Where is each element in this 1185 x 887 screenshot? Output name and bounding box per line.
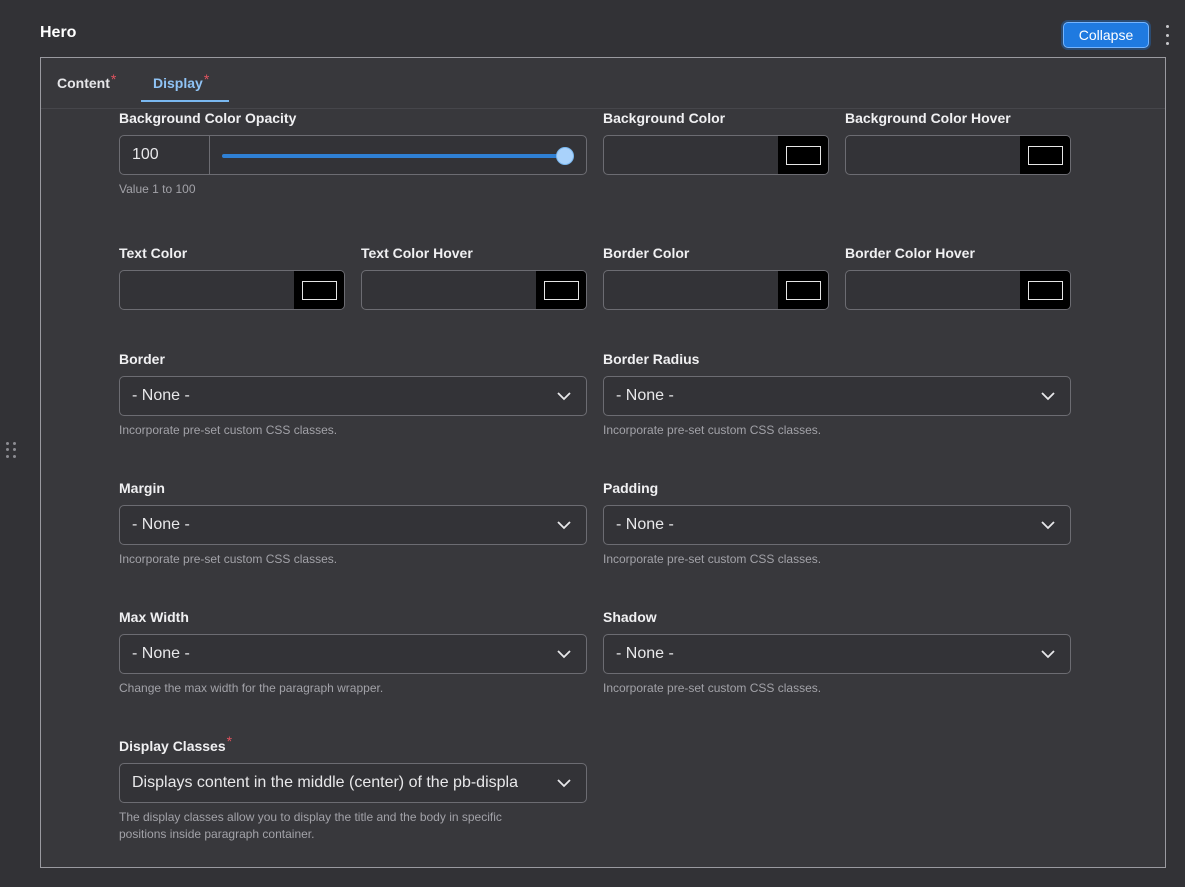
shadow-select-value: - None - xyxy=(616,645,674,662)
bg-opacity-input[interactable]: 100 xyxy=(120,136,210,174)
chevron-down-icon xyxy=(557,392,571,401)
shadow-help: Incorporate pre-set custom CSS classes. xyxy=(603,681,822,695)
tab-display-label: Display xyxy=(153,75,203,91)
margin-select-value: - None - xyxy=(132,516,190,533)
chevron-down-icon xyxy=(1041,521,1055,530)
display-classes-label: Display Classes* xyxy=(119,733,232,754)
padding-label: Padding xyxy=(603,480,659,496)
text-color-picker[interactable] xyxy=(294,271,344,309)
color-swatch xyxy=(1027,145,1063,165)
chevron-down-icon xyxy=(1041,392,1055,401)
border-color-field[interactable] xyxy=(603,270,829,310)
bg-color-picker[interactable] xyxy=(778,136,828,174)
display-classes-select[interactable]: Displays content in the middle (center) … xyxy=(119,763,587,803)
color-swatch xyxy=(301,280,337,300)
bg-color-hover-picker[interactable] xyxy=(1020,136,1070,174)
max-width-select-value: - None - xyxy=(132,645,190,662)
bg-color-field[interactable] xyxy=(603,135,829,175)
margin-select[interactable]: - None - xyxy=(119,505,587,545)
display-classes-help-line1: The display classes allow you to display… xyxy=(119,810,502,824)
display-classes-help-line2: positions inside paragraph container. xyxy=(119,827,315,841)
chevron-down-icon xyxy=(1041,650,1055,659)
border-color-hover-label: Border Color Hover xyxy=(845,245,975,261)
display-classes-select-value: Displays content in the middle (center) … xyxy=(132,774,518,791)
block-title: Hero xyxy=(40,24,77,41)
text-color-hover-field[interactable] xyxy=(361,270,587,310)
display-classes-label-text: Display Classes xyxy=(119,738,226,754)
bg-opacity-control: 100 xyxy=(119,135,587,175)
tab-content-label: Content xyxy=(57,75,110,91)
border-select-value: - None - xyxy=(132,387,190,404)
text-color-label: Text Color xyxy=(119,245,188,261)
max-width-help: Change the max width for the paragraph w… xyxy=(119,681,384,695)
required-marker: * xyxy=(226,733,233,749)
margin-label: Margin xyxy=(119,480,165,496)
border-radius-select-value: - None - xyxy=(616,387,674,404)
padding-help: Incorporate pre-set custom CSS classes. xyxy=(603,552,822,566)
tab-bar: Content* Display* xyxy=(41,58,1165,109)
text-color-hover-picker[interactable] xyxy=(536,271,586,309)
padding-select-value: - None - xyxy=(616,516,674,533)
text-color-hover-label: Text Color Hover xyxy=(361,245,473,261)
border-color-hover-field[interactable] xyxy=(845,270,1071,310)
border-color-picker[interactable] xyxy=(778,271,828,309)
max-width-select[interactable]: - None - xyxy=(119,634,587,674)
display-classes-help: The display classes allow you to display… xyxy=(119,809,502,843)
chevron-down-icon xyxy=(557,650,571,659)
chevron-down-icon xyxy=(557,521,571,530)
color-swatch xyxy=(785,280,821,300)
border-select[interactable]: - None - xyxy=(119,376,587,416)
bg-color-label: Background Color xyxy=(603,110,726,126)
bg-opacity-help: Value 1 to 100 xyxy=(119,182,196,196)
tab-content[interactable]: Content* xyxy=(57,71,116,91)
border-radius-label: Border Radius xyxy=(603,351,700,367)
padding-select[interactable]: - None - xyxy=(603,505,1071,545)
border-radius-help: Incorporate pre-set custom CSS classes. xyxy=(603,423,822,437)
max-width-label: Max Width xyxy=(119,609,189,625)
bg-opacity-label: Background Color Opacity xyxy=(119,110,297,126)
border-help: Incorporate pre-set custom CSS classes. xyxy=(119,423,338,437)
bg-opacity-slider-track[interactable] xyxy=(222,154,567,158)
collapse-button[interactable]: Collapse xyxy=(1063,22,1149,48)
margin-help: Incorporate pre-set custom CSS classes. xyxy=(119,552,338,566)
kebab-menu-icon[interactable] xyxy=(1160,25,1174,45)
shadow-label: Shadow xyxy=(603,609,657,625)
border-radius-select[interactable]: - None - xyxy=(603,376,1071,416)
color-swatch xyxy=(543,280,579,300)
tab-display[interactable]: Display* xyxy=(153,71,209,91)
border-color-hover-picker[interactable] xyxy=(1020,271,1070,309)
block-header: Hero Collapse xyxy=(0,0,1185,58)
shadow-select[interactable]: - None - xyxy=(603,634,1071,674)
drag-handle-icon[interactable] xyxy=(6,442,18,458)
border-label: Border xyxy=(119,351,165,367)
required-marker: * xyxy=(110,71,117,87)
color-swatch xyxy=(785,145,821,165)
border-color-label: Border Color xyxy=(603,245,690,261)
color-swatch xyxy=(1027,280,1063,300)
bg-color-hover-field[interactable] xyxy=(845,135,1071,175)
bg-opacity-slider-thumb[interactable] xyxy=(556,147,574,165)
chevron-down-icon xyxy=(557,779,571,788)
bg-color-hover-label: Background Color Hover xyxy=(845,110,1011,126)
required-marker: * xyxy=(203,71,210,87)
active-tab-indicator xyxy=(141,100,229,102)
text-color-field[interactable] xyxy=(119,270,345,310)
